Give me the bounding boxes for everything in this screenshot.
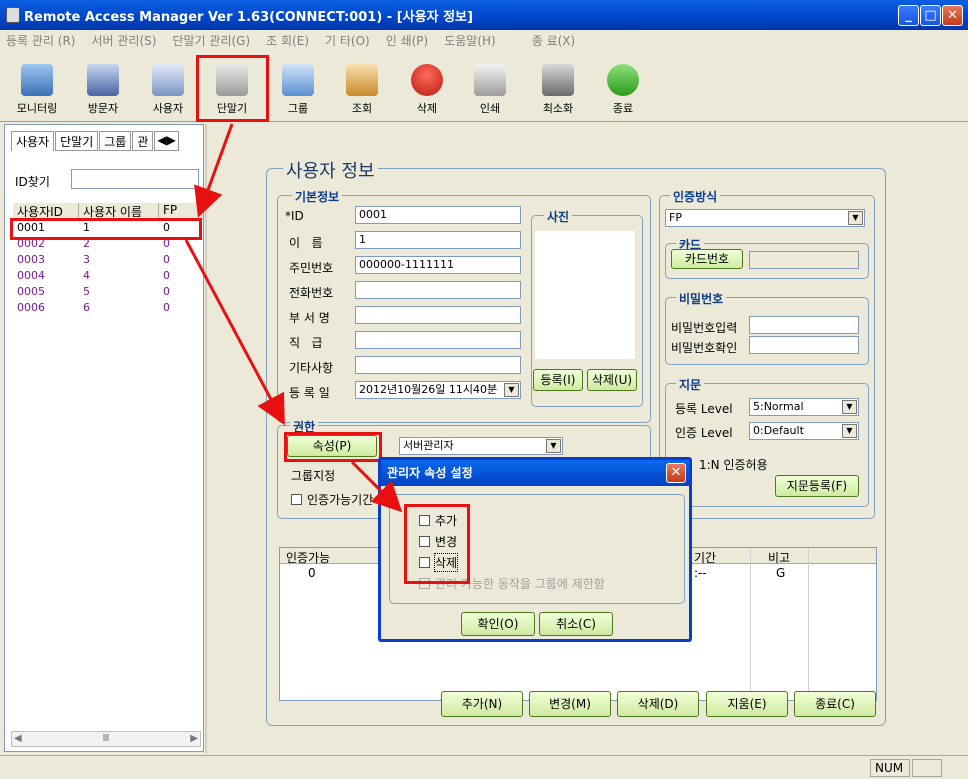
status-panel bbox=[912, 759, 942, 777]
num-lock-indicator: NUM bbox=[870, 759, 910, 777]
status-bar: NUM bbox=[0, 755, 968, 779]
annotation-arrows bbox=[184, 123, 403, 513]
arrow-to-options bbox=[350, 460, 403, 513]
arrow-to-attribute bbox=[184, 239, 285, 426]
arrow-to-row bbox=[194, 123, 234, 218]
